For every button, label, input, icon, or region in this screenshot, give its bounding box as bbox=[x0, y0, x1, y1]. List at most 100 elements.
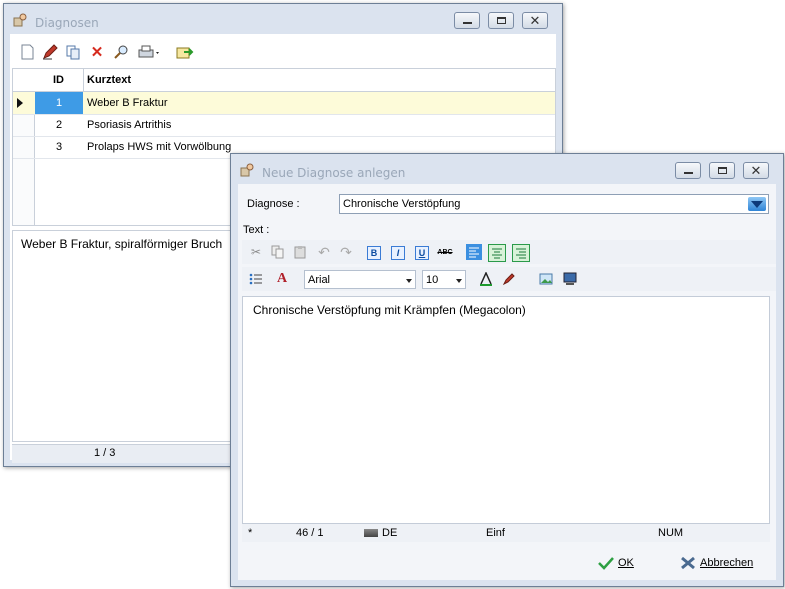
close-icon: ✕ bbox=[529, 13, 541, 28]
edit-button[interactable] bbox=[41, 43, 59, 61]
copy-icon bbox=[271, 245, 284, 259]
num-lock-indicator: NUM bbox=[658, 527, 684, 539]
diagnosen-titlebar[interactable]: Diagnosen ✕ bbox=[4, 4, 562, 34]
printer-icon bbox=[138, 45, 159, 58]
search-icon bbox=[114, 45, 128, 59]
align-right-icon bbox=[516, 248, 526, 259]
dialog-titlebar[interactable]: Neue Diagnose anlegen ✕ bbox=[231, 154, 783, 184]
neue-diagnose-dialog: Neue Diagnose anlegen ✕ Diagnose : Chron… bbox=[230, 153, 784, 587]
diagnose-combobox[interactable]: Chronische Verstöpfung bbox=[339, 194, 769, 214]
font-name-value: Arial bbox=[308, 274, 331, 286]
cursor-position: 46 / 1 bbox=[296, 527, 324, 539]
cell-id[interactable]: 2 bbox=[35, 114, 83, 136]
diagnose-label: Diagnose : bbox=[247, 198, 300, 210]
bullet-list-button[interactable] bbox=[248, 271, 264, 287]
image-icon bbox=[539, 273, 553, 285]
dialog-client: Diagnose : Chronische Verstöpfung Text :… bbox=[238, 184, 776, 580]
export-icon bbox=[176, 47, 194, 59]
insert-object-button[interactable] bbox=[562, 271, 578, 287]
search-button[interactable] bbox=[112, 43, 130, 61]
toolbar: ✕ bbox=[10, 34, 556, 68]
paste-icon bbox=[294, 246, 306, 259]
font-size-value: 10 bbox=[426, 274, 439, 286]
copy-button[interactable] bbox=[64, 43, 82, 61]
strikethrough-button[interactable]: ABC bbox=[437, 244, 453, 260]
redo-button[interactable]: ↷ bbox=[338, 244, 354, 260]
text-color-icon bbox=[480, 272, 492, 286]
close-icon: ✕ bbox=[750, 163, 762, 178]
dialog-title: Neue Diagnose anlegen bbox=[262, 166, 406, 180]
text-editor[interactable]: Chronische Verstöpfung mit Krämpfen (Meg… bbox=[242, 296, 770, 524]
align-center-icon bbox=[492, 248, 502, 259]
formatting-toolbar: ✂ ↶ ↷ B I U ABC bbox=[242, 240, 776, 264]
column-header-kurztext[interactable]: Kurztext bbox=[87, 69, 131, 91]
highlight-button[interactable] bbox=[500, 271, 516, 287]
insert-image-button[interactable] bbox=[538, 271, 554, 287]
close-button[interactable]: ✕ bbox=[743, 162, 769, 179]
align-left-icon bbox=[469, 247, 479, 258]
cancel-button[interactable]: Abbrechen bbox=[680, 552, 753, 574]
print-button[interactable] bbox=[138, 43, 162, 61]
cell-id[interactable]: 3 bbox=[35, 136, 83, 158]
table-row[interactable]: 2 Psoriasis Artrithis bbox=[13, 114, 555, 137]
insert-mode-indicator: Einf bbox=[486, 527, 505, 539]
text-label: Text : bbox=[243, 224, 270, 236]
bold-icon: B bbox=[370, 248, 378, 258]
maximize-button[interactable] bbox=[488, 12, 514, 29]
close-button[interactable]: ✕ bbox=[522, 12, 548, 29]
paste-button[interactable] bbox=[292, 244, 308, 260]
redo-icon: ↷ bbox=[340, 243, 352, 260]
export-button[interactable] bbox=[176, 43, 194, 61]
memo-text: Weber B Fraktur, spiralförmiger Bruch bbox=[21, 237, 223, 251]
cell-kurztext[interactable]: Psoriasis Artrithis bbox=[87, 114, 171, 136]
pencil-edit-icon bbox=[43, 44, 58, 60]
modified-marker: * bbox=[248, 527, 253, 539]
align-center-button[interactable] bbox=[488, 244, 506, 262]
ok-button[interactable]: OK bbox=[598, 552, 634, 574]
cancel-x-icon bbox=[681, 556, 695, 570]
editor-status-bar: * 46 / 1 DE Einf NUM bbox=[242, 524, 770, 542]
new-document-icon bbox=[21, 44, 33, 60]
font-size-select[interactable]: 10 bbox=[422, 270, 466, 289]
text-color-button[interactable] bbox=[478, 271, 494, 287]
keyboard-icon bbox=[364, 529, 378, 537]
column-header-id[interactable]: ID bbox=[53, 69, 64, 91]
align-right-button[interactable] bbox=[512, 244, 530, 262]
bullet-list-icon bbox=[249, 273, 262, 285]
delete-button[interactable]: ✕ bbox=[88, 43, 106, 61]
record-counter: 1 / 3 bbox=[94, 447, 116, 459]
scissors-icon: ✂ bbox=[250, 245, 262, 259]
new-document-button[interactable] bbox=[18, 43, 36, 61]
diagnose-value: Chronische Verstöpfung bbox=[343, 198, 461, 210]
underline-button[interactable]: U bbox=[415, 246, 429, 260]
cell-kurztext[interactable]: Prolaps HWS mit Vorwölbung bbox=[87, 136, 231, 158]
chevron-down-icon[interactable] bbox=[748, 197, 766, 211]
underline-icon: U bbox=[418, 248, 426, 258]
cell-id[interactable]: 1 bbox=[35, 92, 83, 114]
maximize-icon bbox=[497, 17, 506, 24]
row-pointer-icon bbox=[17, 98, 23, 108]
font-style-button[interactable]: A bbox=[274, 271, 290, 287]
copy-icon bbox=[66, 45, 80, 60]
bold-button[interactable]: B bbox=[367, 246, 381, 260]
language-indicator: DE bbox=[382, 527, 398, 539]
maximize-button[interactable] bbox=[709, 162, 735, 179]
cell-kurztext[interactable]: Weber B Fraktur bbox=[87, 92, 168, 114]
minimize-button[interactable] bbox=[454, 12, 480, 29]
font-name-select[interactable]: Arial bbox=[304, 270, 416, 289]
window-title: Diagnosen bbox=[35, 16, 99, 30]
checkmark-icon bbox=[598, 557, 614, 570]
undo-button[interactable]: ↶ bbox=[316, 244, 332, 260]
font-icon: A bbox=[276, 271, 288, 286]
cut-button[interactable]: ✂ bbox=[248, 244, 264, 260]
highlighter-icon bbox=[502, 273, 515, 286]
align-left-button[interactable] bbox=[466, 244, 482, 260]
italic-button[interactable]: I bbox=[391, 246, 405, 260]
copy-button[interactable] bbox=[270, 244, 286, 260]
maximize-icon bbox=[718, 167, 727, 174]
font-toolbar: A Arial 10 bbox=[242, 267, 776, 291]
minimize-button[interactable] bbox=[675, 162, 701, 179]
table-row[interactable]: 1 Weber B Fraktur bbox=[13, 92, 555, 115]
italic-icon: I bbox=[396, 248, 400, 258]
grid-header: ID Kurztext bbox=[13, 69, 555, 92]
